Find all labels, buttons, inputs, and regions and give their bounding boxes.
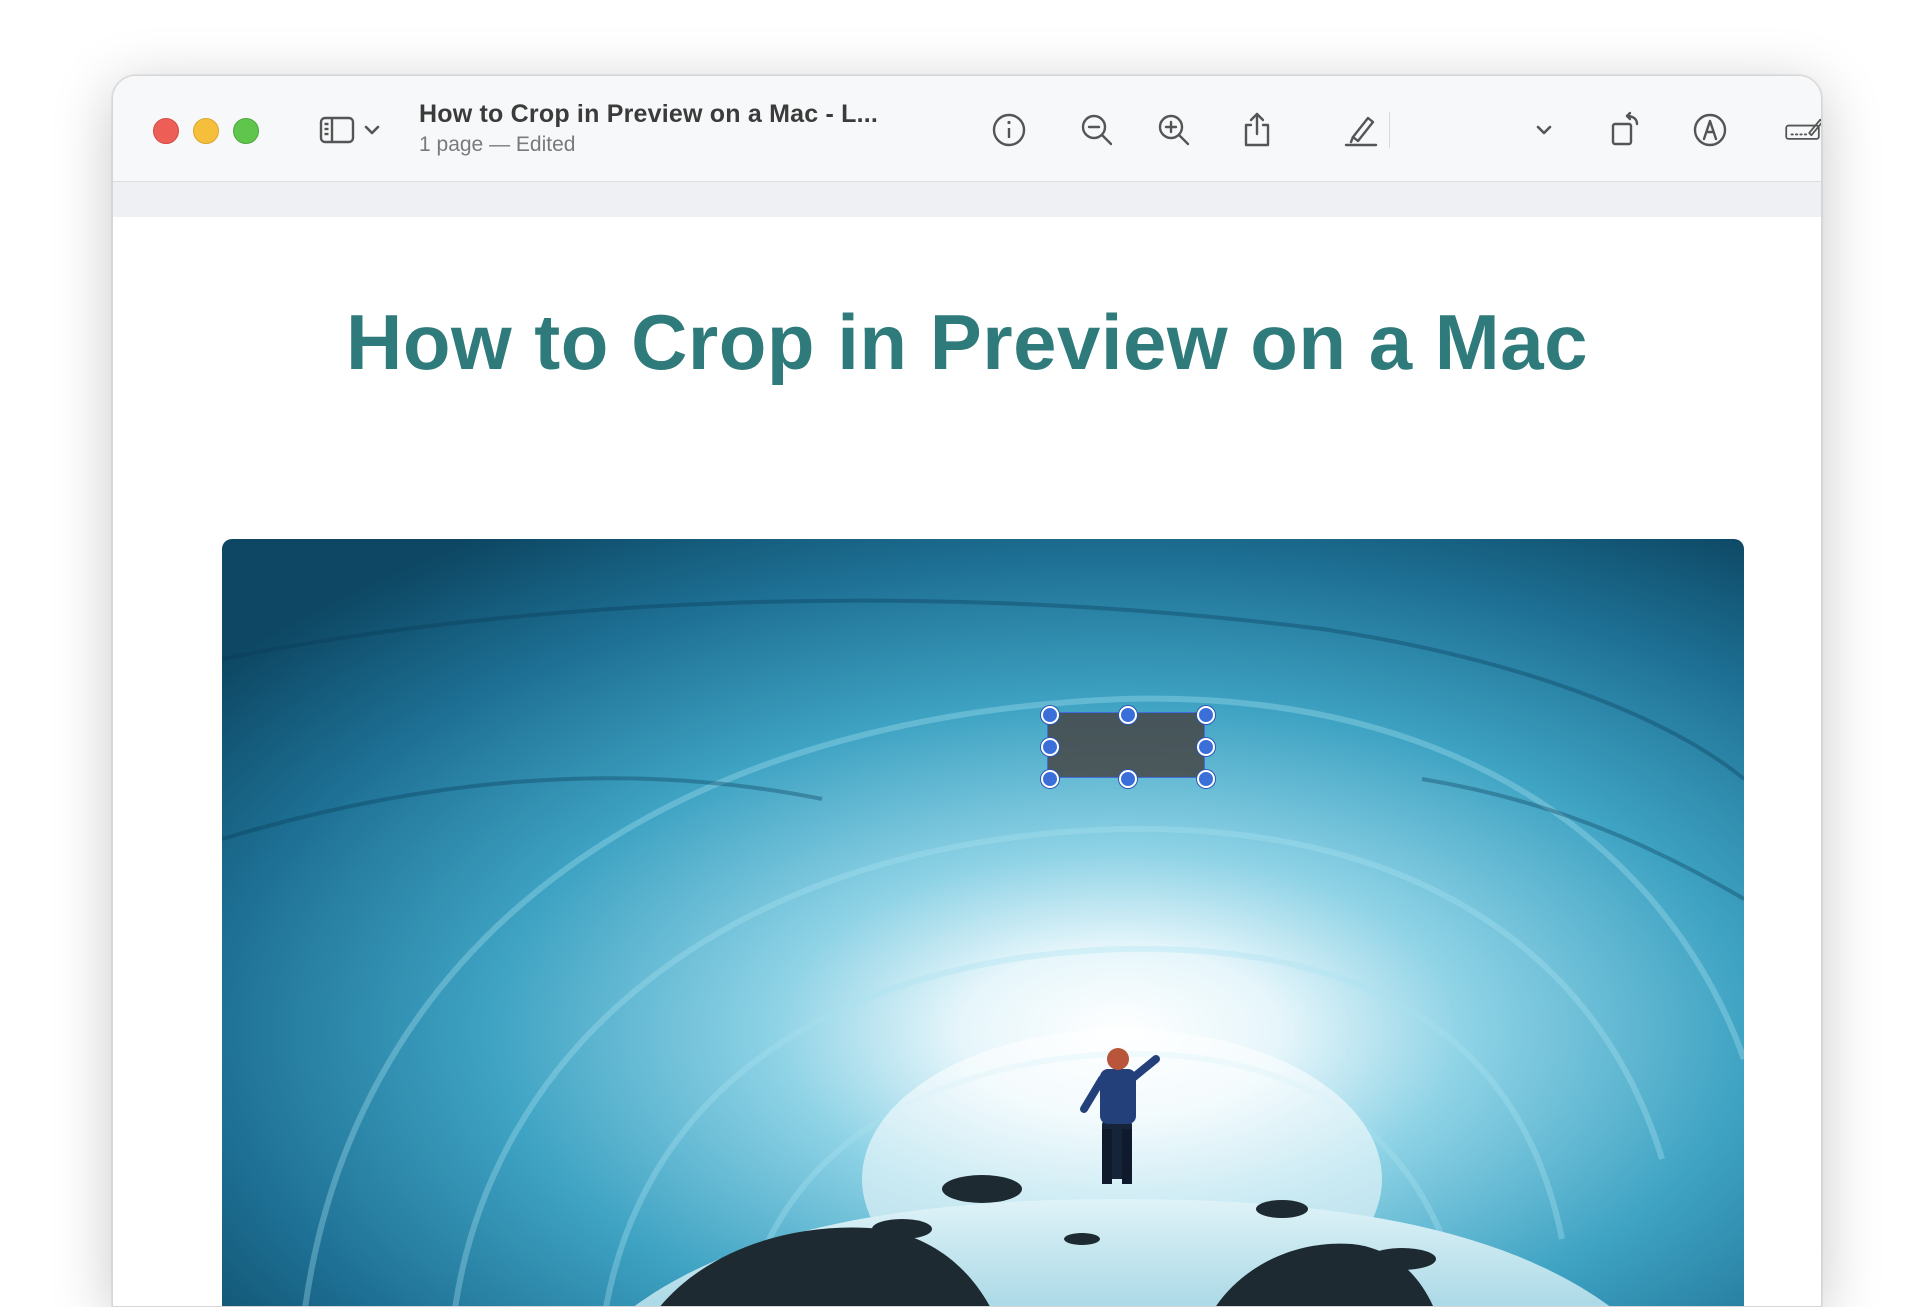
preview-window: How to Crop in Preview on a Mac - L... 1…	[112, 75, 1822, 1307]
info-icon	[992, 113, 1026, 147]
selection-handle-top[interactable]	[1119, 706, 1137, 724]
selection-handle-top-left[interactable]	[1041, 706, 1059, 724]
highlight-button[interactable]	[1339, 108, 1383, 152]
selection-handle-bottom-left[interactable]	[1041, 770, 1059, 788]
close-window-button[interactable]	[153, 118, 179, 144]
ice-cave-image[interactable]	[222, 539, 1744, 1306]
signature-button[interactable]	[1777, 108, 1821, 152]
signature-icon	[1785, 118, 1821, 140]
highlight-options-button[interactable]	[1531, 108, 1557, 152]
maximize-window-button[interactable]	[233, 118, 259, 144]
share-button[interactable]	[1235, 108, 1279, 152]
page-heading: How to Crop in Preview on a Mac	[345, 298, 1589, 386]
selection-handle-right[interactable]	[1197, 738, 1215, 756]
rotate-button[interactable]	[1603, 108, 1647, 152]
selection-handle-left[interactable]	[1041, 738, 1059, 756]
chevron-down-icon	[364, 125, 380, 135]
document-title: How to Crop in Preview on a Mac - L...	[419, 100, 879, 128]
chevron-down-icon	[1536, 125, 1552, 135]
document-top-margin	[113, 182, 1821, 217]
inspector-button[interactable]	[987, 108, 1031, 152]
markup-button[interactable]	[1688, 108, 1732, 152]
rotate-icon	[1611, 111, 1639, 146]
zoom-out-icon	[1081, 114, 1113, 146]
sidebar-toggle-button[interactable]	[315, 108, 359, 152]
document-subtitle: 1 page — Edited	[419, 133, 576, 156]
toolbar-divider	[1389, 112, 1390, 148]
highlight-pen-icon	[1344, 116, 1378, 147]
ice-cave-illustration	[222, 539, 1744, 1306]
zoom-in-button[interactable]	[1152, 108, 1196, 152]
zoom-out-button[interactable]	[1075, 108, 1119, 152]
document-page: How to Crop in Preview on a Mac	[113, 217, 1821, 1306]
selection-handle-bottom[interactable]	[1119, 770, 1137, 788]
sidebar-icon	[319, 116, 355, 144]
selection-handle-top-right[interactable]	[1197, 706, 1215, 724]
minimize-window-button[interactable]	[193, 118, 219, 144]
selection-handle-bottom-right[interactable]	[1197, 770, 1215, 788]
sidebar-options-button[interactable]	[359, 108, 385, 152]
markup-icon	[1693, 113, 1727, 147]
share-icon	[1244, 112, 1270, 147]
zoom-in-icon	[1158, 114, 1190, 146]
titlebar: How to Crop in Preview on a Mac - L... 1…	[113, 76, 1821, 182]
